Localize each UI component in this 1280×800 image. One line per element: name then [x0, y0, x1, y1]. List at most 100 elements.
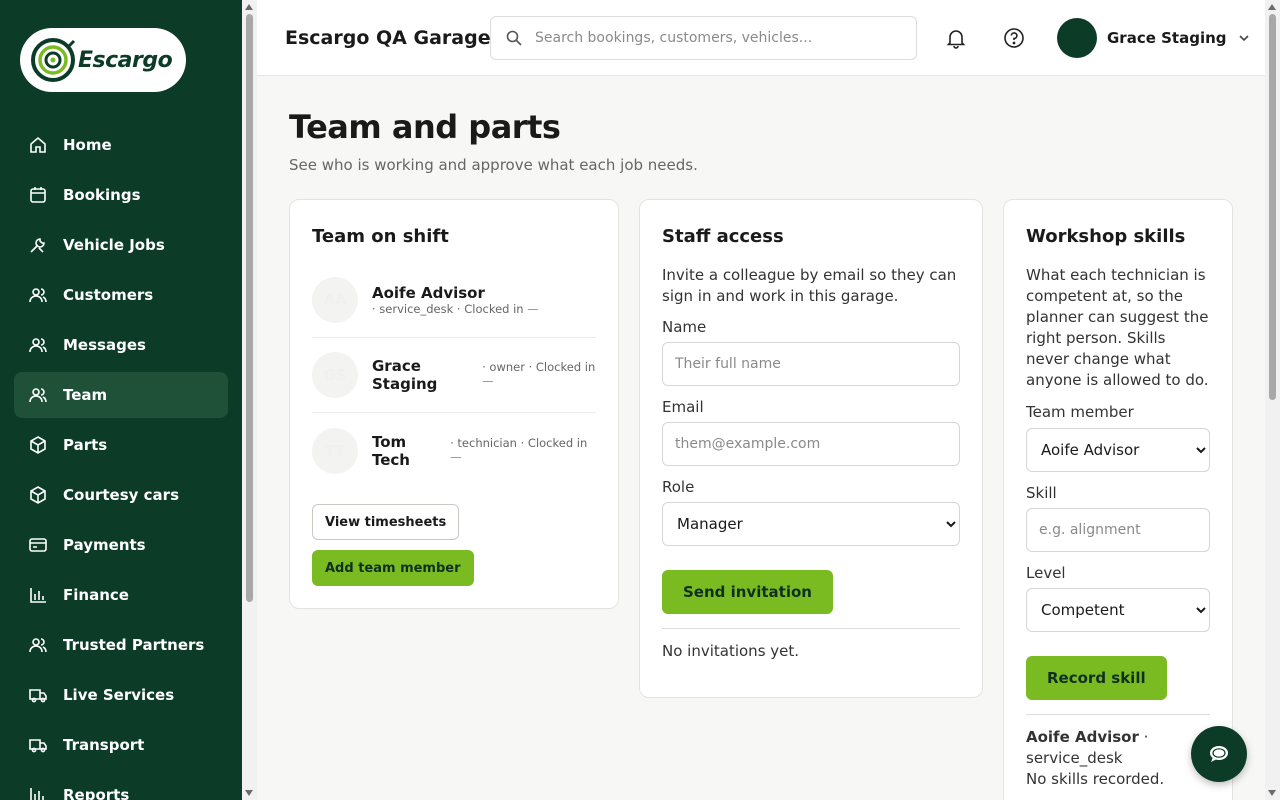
list-item[interactable]: GS Grace Staging · owner · Clocked in —: [312, 338, 596, 413]
skill-entry: Aoife Advisor · service_desk No skills r…: [1026, 727, 1210, 790]
invitations-empty-state: No invitations yet.: [662, 642, 800, 660]
sidebar-item-reports[interactable]: Reports: [14, 772, 228, 800]
sidebar-item-label: Customers: [63, 286, 154, 304]
chat-button[interactable]: [1191, 726, 1247, 782]
email-field[interactable]: [662, 422, 960, 466]
scrollbar-thumb[interactable]: [1269, 14, 1276, 400]
skill-label: Skill: [1026, 484, 1057, 502]
sidebar-item-payments[interactable]: Payments: [14, 522, 228, 568]
member-meta-text: · technician · Clocked in: [450, 435, 588, 450]
add-team-member-button[interactable]: Add team member: [312, 550, 474, 586]
top-bar: Escargo QA Garage Grace Staging: [257, 0, 1265, 76]
scroll-up-arrow-icon[interactable]: [245, 4, 253, 10]
card-title: Staff access: [662, 226, 784, 247]
garage-name: Escargo QA Garage: [285, 27, 491, 49]
member-meta: · technician · Clocked in —: [450, 436, 596, 464]
member-meta: · service_desk · Clocked in —: [372, 302, 539, 316]
help-icon[interactable]: [1003, 27, 1025, 49]
sidebar-item-finance[interactable]: Finance: [14, 572, 228, 618]
skill-input[interactable]: [1026, 508, 1210, 552]
users-icon: [29, 338, 47, 353]
sidebar-item-team[interactable]: Team: [14, 372, 228, 418]
list-item[interactable]: TT Tom Tech · technician · Clocked in —: [312, 413, 596, 488]
level-select[interactable]: Competent: [1026, 588, 1210, 632]
bar-chart-icon: [30, 788, 44, 800]
level-label: Level: [1026, 564, 1066, 582]
page-subtitle: See who is working and approve what each…: [289, 156, 698, 174]
chat-bubble-icon: [1210, 746, 1228, 762]
page-scrollbar[interactable]: [1265, 0, 1280, 800]
scrollbar-thumb[interactable]: [246, 14, 253, 602]
chevron-down-icon: [1238, 35, 1249, 42]
search-input[interactable]: [535, 30, 905, 46]
card-title: Workshop skills: [1026, 226, 1186, 247]
user-menu[interactable]: Grace Staging: [1057, 18, 1251, 58]
name-label: Name: [662, 318, 707, 336]
role-label: Role: [662, 478, 695, 496]
member-meta-text: · owner · Clocked in: [482, 360, 596, 374]
sidebar-item-bookings[interactable]: Bookings: [14, 172, 228, 218]
workshop-skills-description: What each technician is competent at, so…: [1026, 266, 1209, 389]
sidebar-scrollbar[interactable]: [242, 0, 257, 800]
scroll-down-arrow-icon[interactable]: [1268, 790, 1276, 796]
skill-entry-separator: ·: [1143, 728, 1149, 746]
sidebar-item-parts[interactable]: Parts: [14, 422, 228, 468]
user-name: Grace Staging: [1107, 29, 1227, 47]
home-icon: [30, 136, 46, 153]
clock-in-time: —: [482, 374, 494, 388]
box-icon: [30, 436, 46, 454]
calendar-icon: [30, 187, 46, 203]
truck-icon: [29, 739, 47, 753]
member-name: Grace Staging: [372, 357, 438, 393]
team-member-label: Team member: [1026, 403, 1134, 421]
sidebar-nav: Home Bookings Vehicle Jobs Customers Mes…: [14, 122, 228, 800]
email-label: Email: [662, 398, 704, 416]
workshop-skills-card: Workshop skills What each technician is …: [1003, 199, 1233, 800]
card-icon: [29, 538, 47, 552]
scroll-up-arrow-icon[interactable]: [1268, 4, 1276, 10]
sidebar-item-transport[interactable]: Transport: [14, 722, 228, 768]
sidebar-item-courtesy-cars[interactable]: Courtesy cars: [14, 472, 228, 518]
sidebar-item-label: Reports: [63, 786, 130, 800]
sidebar-item-label: Bookings: [63, 186, 141, 204]
send-invitation-button[interactable]: Send invitation: [662, 570, 833, 614]
users-icon: [29, 288, 47, 303]
sidebar-item-vehicle-jobs[interactable]: Vehicle Jobs: [14, 222, 228, 268]
team-member-select[interactable]: Aoife Advisor: [1026, 428, 1210, 472]
bar-chart-icon: [30, 588, 46, 603]
avatar: GS: [312, 352, 358, 398]
sidebar: Escargo Home Bookings Vehicle Jobs Custo…: [0, 0, 242, 800]
truck-icon: [29, 689, 47, 703]
divider: [662, 628, 960, 629]
sidebar-item-label: Finance: [63, 586, 129, 604]
search-box[interactable]: [490, 16, 917, 60]
role-select[interactable]: Manager: [662, 502, 960, 546]
view-timesheets-button[interactable]: View timesheets: [312, 504, 460, 540]
sidebar-item-customers[interactable]: Customers: [14, 272, 228, 318]
users-icon: [29, 388, 47, 403]
sidebar-item-messages[interactable]: Messages: [14, 322, 228, 368]
member-meta: · owner · Clocked in —: [482, 360, 596, 388]
scroll-down-arrow-icon[interactable]: [245, 790, 253, 796]
sidebar-item-home[interactable]: Home: [14, 122, 228, 168]
sidebar-item-label: Parts: [63, 436, 108, 454]
record-skill-button[interactable]: Record skill: [1026, 656, 1167, 700]
box-icon: [30, 486, 46, 504]
team-list: AA Aoife Advisor · service_desk · Clocke…: [312, 263, 596, 488]
sidebar-item-label: Courtesy cars: [63, 486, 180, 504]
skill-entry-name: Aoife Advisor: [1026, 728, 1139, 746]
snail-logo-icon: [31, 38, 76, 82]
avatar: TT: [312, 427, 358, 474]
name-field[interactable]: [662, 342, 960, 386]
search-icon: [506, 30, 522, 46]
users-icon: [29, 638, 47, 653]
sidebar-item-label: Trusted Partners: [63, 636, 205, 654]
sidebar-item-live-services[interactable]: Live Services: [14, 672, 228, 718]
sidebar-item-trusted-partners[interactable]: Trusted Partners: [14, 622, 228, 668]
sidebar-item-label: Live Services: [63, 686, 175, 704]
bell-icon[interactable]: [945, 27, 967, 49]
list-item[interactable]: AA Aoife Advisor · service_desk · Clocke…: [312, 263, 596, 338]
skill-entry-status: No skills recorded.: [1026, 770, 1165, 788]
escargo-logo[interactable]: Escargo: [20, 28, 186, 92]
member-name: Tom Tech: [372, 432, 410, 469]
